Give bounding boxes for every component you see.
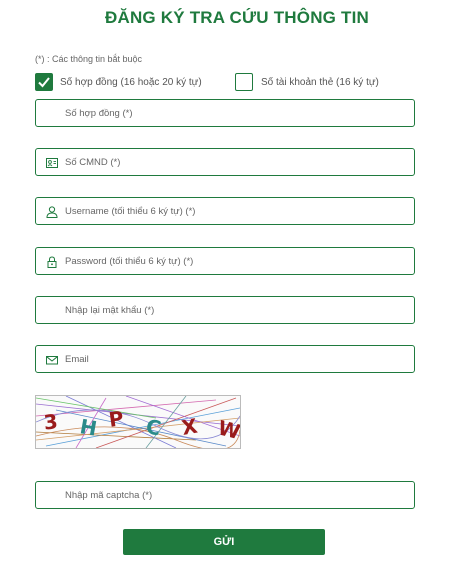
required-note: (*) : Các thông tin bắt buộc xyxy=(35,54,143,64)
password-field xyxy=(35,247,415,275)
registration-page: ĐĂNG KÝ TRA CỨU THÔNG TIN (*) : Các thôn… xyxy=(0,0,474,571)
captcha-char: C xyxy=(144,414,163,441)
captcha-char: 3 xyxy=(43,409,59,434)
contract-number-option-label[interactable]: Số hợp đồng (16 hoặc 20 ký tự) xyxy=(60,77,202,88)
contract-number-input[interactable] xyxy=(36,100,414,126)
contract-number-field xyxy=(35,99,415,127)
captcha-input[interactable] xyxy=(36,482,414,508)
checkmark-icon xyxy=(38,77,50,88)
password-input[interactable] xyxy=(36,248,414,274)
email-input[interactable] xyxy=(36,346,414,372)
id-number-field xyxy=(35,148,415,176)
captcha-field xyxy=(35,481,415,509)
email-field xyxy=(35,345,415,373)
page-title: ĐĂNG KÝ TRA CỨU THÔNG TIN xyxy=(104,8,370,27)
username-field xyxy=(35,197,415,225)
captcha-image: 3 H P C X W xyxy=(35,395,243,451)
captcha-char: P xyxy=(107,406,125,432)
card-account-checkbox[interactable] xyxy=(235,73,253,91)
captcha-char: H xyxy=(78,414,99,441)
contract-number-checkbox[interactable] xyxy=(35,73,53,91)
id-number-input[interactable] xyxy=(36,149,414,175)
captcha-char: W xyxy=(216,415,240,444)
confirm-password-field xyxy=(35,296,415,324)
confirm-password-input[interactable] xyxy=(36,297,414,323)
captcha-noise: 3 H P C X W xyxy=(35,395,243,451)
card-account-option-label[interactable]: Số tài khoản thẻ (16 ký tự) xyxy=(261,77,379,88)
submit-button[interactable]: GỬI xyxy=(123,529,325,555)
captcha-char: X xyxy=(180,413,200,439)
username-input[interactable] xyxy=(36,198,414,224)
